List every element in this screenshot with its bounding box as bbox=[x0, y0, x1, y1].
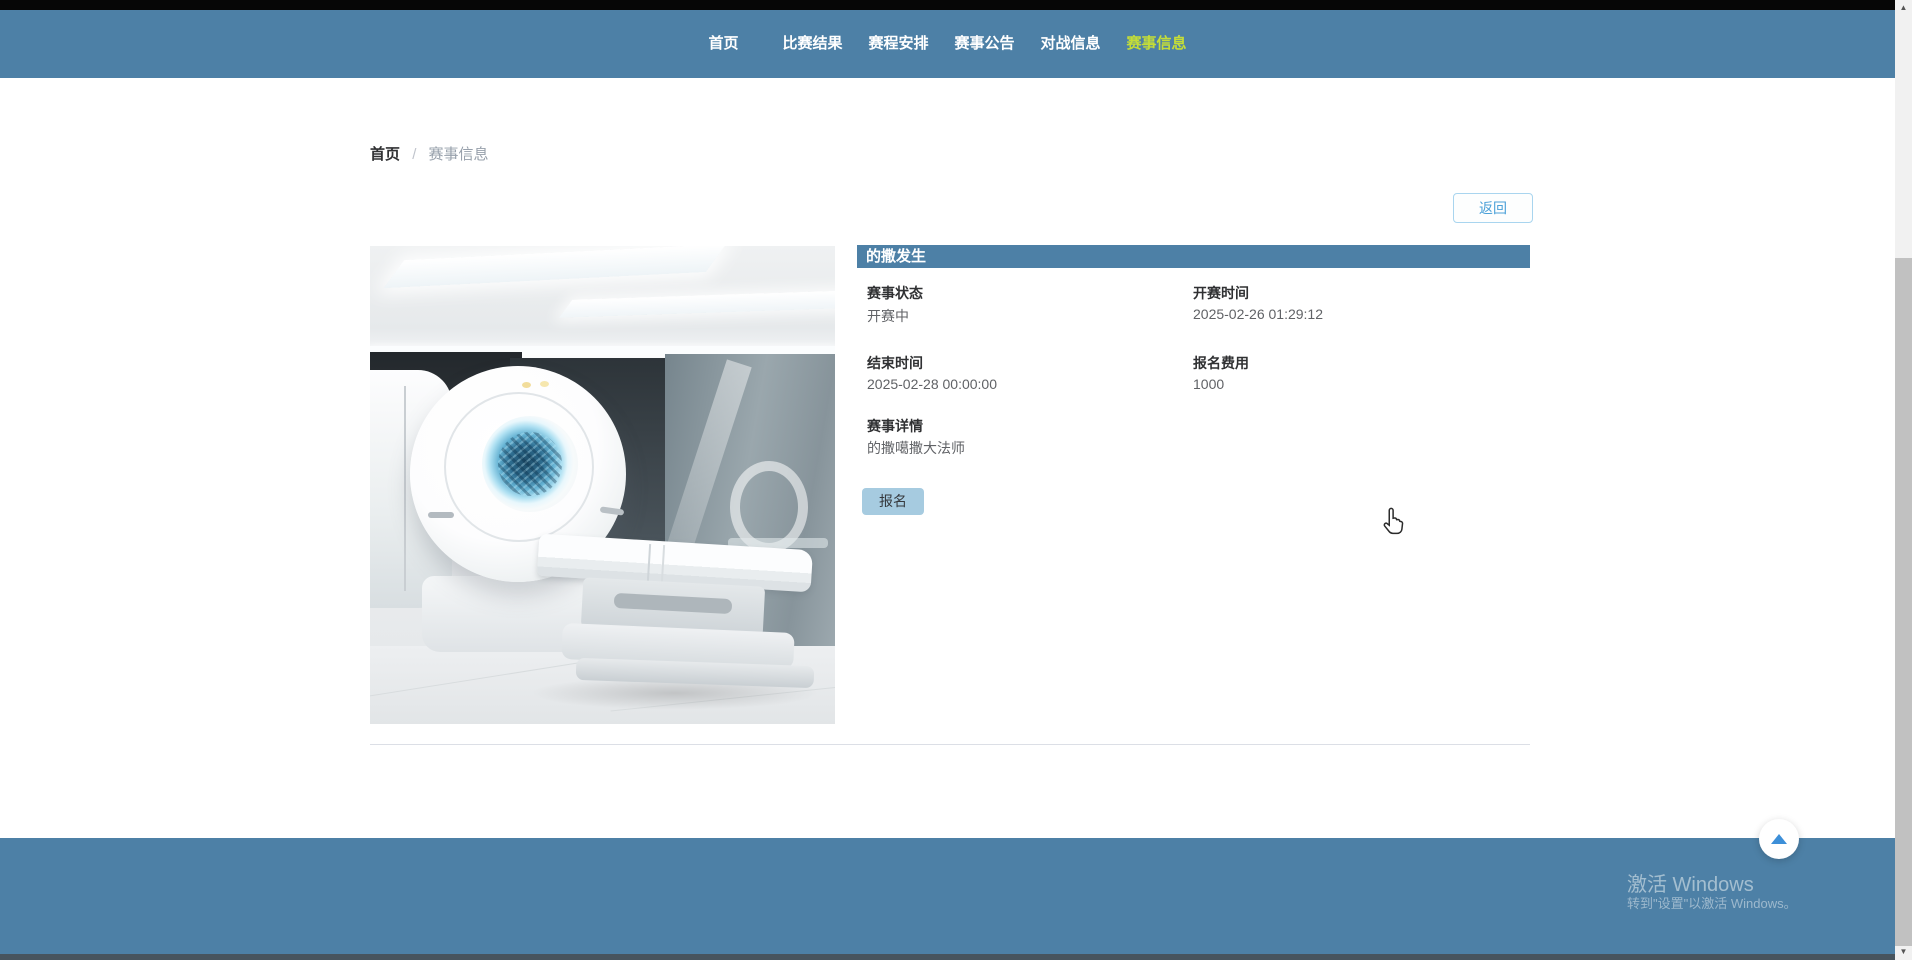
cursor-hand-icon bbox=[1383, 507, 1404, 535]
windows-activation-watermark-subtitle: 转到"设置"以激活 Windows。 bbox=[1627, 896, 1797, 911]
breadcrumb-separator: / bbox=[412, 146, 417, 163]
page-footer bbox=[0, 838, 1895, 954]
event-status-value: 开赛中 bbox=[867, 308, 909, 324]
event-detail-panel: 的撒发生 赛事状态 开赛中 开赛时间 2025-02-26 01:29:12 结… bbox=[857, 245, 1530, 724]
event-detail-label: 赛事详情 bbox=[867, 418, 923, 434]
event-status-label: 赛事状态 bbox=[867, 285, 923, 301]
main-navbar: 首页 比赛结果 赛程安排 赛事公告 对战信息 赛事信息 bbox=[0, 10, 1895, 78]
register-button[interactable]: 报名 bbox=[862, 488, 924, 515]
nav-item-schedule[interactable]: 赛程安排 bbox=[855, 10, 941, 78]
nav-item-home[interactable]: 首页 bbox=[695, 10, 751, 78]
scrollbar-thumb[interactable] bbox=[1895, 258, 1912, 946]
event-detail-card: 的撒发生 赛事状态 开赛中 开赛时间 2025-02-26 01:29:12 结… bbox=[370, 245, 1530, 724]
breadcrumb-current: 赛事信息 bbox=[428, 146, 489, 163]
browser-top-strip bbox=[0, 0, 1895, 10]
breadcrumb-home-link[interactable]: 首页 bbox=[370, 146, 400, 163]
nav-item-battle-info[interactable]: 对战信息 bbox=[1028, 10, 1114, 78]
event-end-value: 2025-02-28 00:00:00 bbox=[867, 376, 997, 392]
scrollbar-up-arrow-icon[interactable]: ▲ bbox=[1895, 3, 1912, 12]
bottom-edge-strip bbox=[0, 954, 1895, 960]
event-end-label: 结束时间 bbox=[867, 355, 923, 371]
back-button[interactable]: 返回 bbox=[1453, 193, 1533, 223]
scrollbar-down-arrow-icon[interactable]: ▼ bbox=[1895, 947, 1912, 956]
vertical-scrollbar[interactable]: ▲ ▼ bbox=[1895, 0, 1912, 960]
event-detail-value: 的撒噶撒大法师 bbox=[867, 440, 965, 456]
scroll-to-top-button[interactable] bbox=[1759, 819, 1799, 859]
content-divider bbox=[370, 744, 1530, 745]
nav-item-results[interactable]: 比赛结果 bbox=[769, 10, 855, 78]
chevron-up-icon bbox=[1771, 834, 1787, 844]
nav-item-event-info[interactable]: 赛事信息 bbox=[1114, 10, 1200, 78]
breadcrumb: 首页 / 赛事信息 bbox=[370, 143, 489, 164]
nav-item-announcements[interactable]: 赛事公告 bbox=[942, 10, 1028, 78]
event-fee-label: 报名费用 bbox=[1193, 355, 1249, 371]
event-start-value: 2025-02-26 01:29:12 bbox=[1193, 306, 1323, 322]
nav-menu: 首页 比赛结果 赛程安排 赛事公告 对战信息 赛事信息 bbox=[0, 10, 1895, 78]
mri-scanner-photo bbox=[370, 246, 835, 724]
event-fee-value: 1000 bbox=[1193, 376, 1225, 392]
event-title: 的撒发生 bbox=[857, 245, 1530, 268]
event-start-label: 开赛时间 bbox=[1193, 285, 1249, 301]
